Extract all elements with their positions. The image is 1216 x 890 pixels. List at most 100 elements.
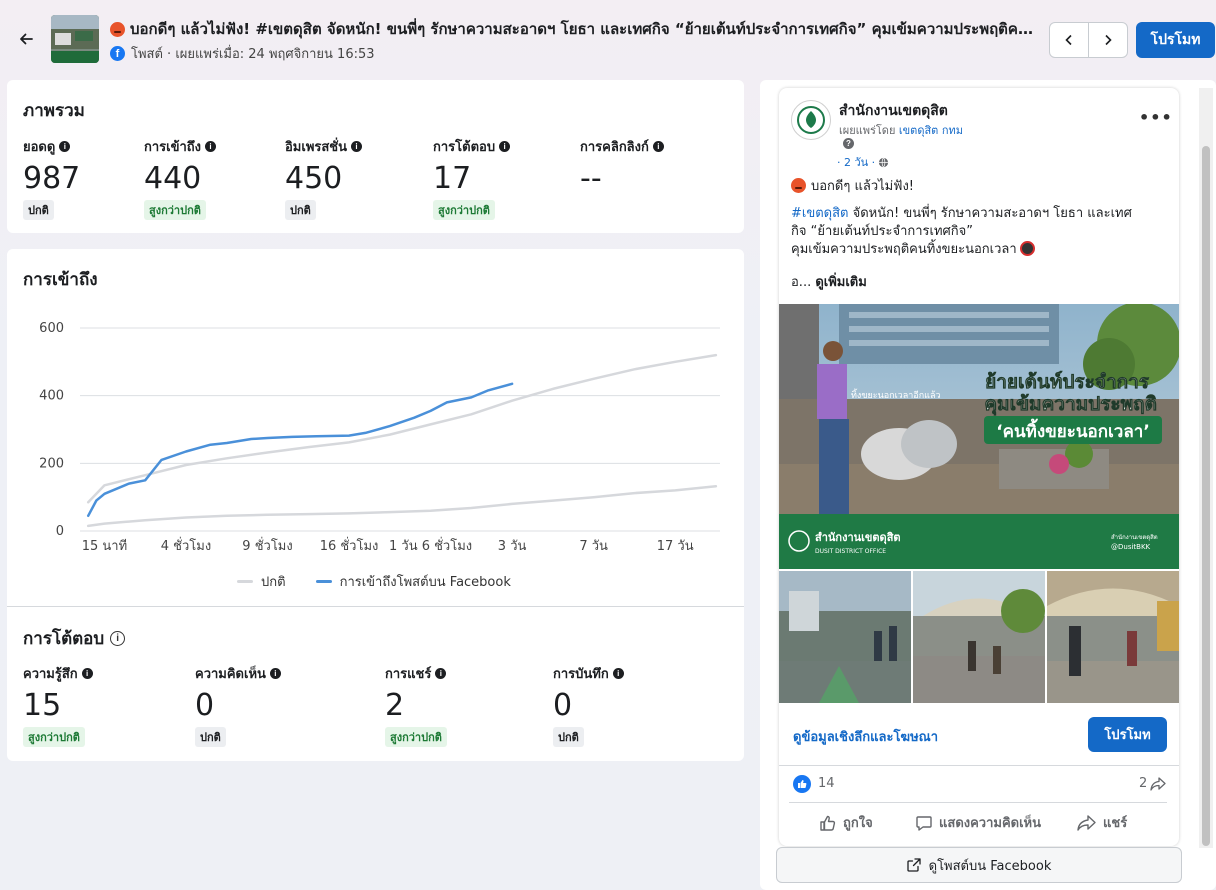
view-on-facebook-button[interactable]: ดูโพสต์บน Facebook — [776, 847, 1182, 883]
legend-swatch — [237, 580, 253, 583]
publish-info: โพสต์ · เผยแพร่เมื่อ: 24 พฤศจิกายน 16:53 — [131, 47, 375, 62]
x-tick-label: 15 นาที — [82, 538, 127, 554]
share-count[interactable]: 2 — [1139, 776, 1166, 791]
comment-icon — [916, 815, 932, 831]
metric-reach: การเข้าถึง i 440 สูงกว่าปกติ — [144, 136, 217, 220]
thumbs-up-icon — [820, 815, 836, 831]
post-subtitle: f โพสต์ · เผยแพร่เมื่อ: 24 พฤศจิกายน 16:… — [110, 43, 375, 64]
info-icon[interactable]: i — [81, 668, 93, 679]
district-seal-icon — [797, 106, 825, 134]
comment-button[interactable]: แสดงความคิดเห็น — [915, 812, 1041, 833]
more-options-icon[interactable]: ••• — [1139, 108, 1173, 127]
svg-text:คุมเข้มความประพฤติ: คุมเข้มความประพฤติ — [984, 393, 1157, 416]
status-badge: ปกติ — [285, 200, 316, 220]
globe-icon — [879, 157, 889, 167]
metric-reactions: ความรู้สึก i 15 สูงกว่าปกติ — [23, 663, 93, 747]
x-tick-label: 3 วัน — [498, 539, 527, 554]
external-link-icon — [906, 858, 921, 872]
status-badge: สูงกว่าปกติ — [23, 727, 85, 747]
arrow-left-icon — [20, 33, 33, 45]
post-sub-image[interactable] — [779, 571, 911, 703]
post-navigation — [1049, 22, 1128, 58]
x-tick-label: 17 วัน — [657, 539, 694, 554]
publisher-link[interactable]: เขตดุสิต กทม — [899, 124, 963, 137]
next-post-button[interactable] — [1088, 23, 1127, 57]
post-time: · 2 วัน · — [837, 153, 889, 171]
info-icon[interactable]: i — [205, 141, 217, 152]
x-tick-label: 16 ชั่วโมง — [320, 537, 379, 554]
info-icon[interactable]: i — [59, 141, 71, 152]
info-icon[interactable]: i — [351, 141, 363, 152]
share-icon — [1077, 814, 1096, 831]
promote-post-button[interactable]: โปรโมท — [1088, 717, 1167, 752]
legend-item-normal[interactable]: ปกติ — [237, 571, 286, 592]
reach-card: การเข้าถึง 0 200 400 600 15 นาที 4 ชั่วโมง 9 ช… — [7, 249, 744, 761]
info-icon[interactable]: i — [269, 668, 281, 679]
metric-impressions: อิมเพรสชั่น i 450 ปกติ — [285, 136, 363, 220]
page-name[interactable]: สำนักงานเขตดุสิต — [839, 100, 948, 122]
post-main-image[interactable]: ทิ้งขยะนอกเวลาอีกแล้ว ย้ายเต้นท์ประจำการ… — [779, 304, 1179, 569]
series-line-normal[interactable] — [86, 353, 718, 504]
section-divider — [7, 606, 744, 607]
see-more-link[interactable]: ดูเพิ่มเติม — [815, 275, 866, 290]
scrollbar-thumb[interactable] — [1202, 146, 1210, 846]
metric-saves: การบันทึก i 0 ปกติ — [553, 663, 624, 747]
legend-item-facebook-reach[interactable]: การเข้าถึงโพสต์บน Facebook — [315, 571, 511, 592]
reaction-count[interactable]: 14 — [818, 776, 835, 791]
series-line-normal[interactable] — [86, 485, 718, 528]
chevron-right-icon — [1105, 34, 1112, 46]
post-preview-panel: สำนักงานเขตดุสิต เผยแพร่โดย เขตดุสิต กทม… — [760, 80, 1216, 890]
svg-text:สำนักงานเขตดุสิต: สำนักงานเขตดุสิต — [1111, 534, 1158, 541]
question-icon[interactable]: ? — [843, 138, 854, 149]
status-badge: ปกติ — [195, 727, 226, 747]
previous-post-button[interactable] — [1050, 23, 1088, 57]
legend-swatch — [315, 580, 332, 583]
post-title: บอกดีๆ แล้วไม่ฟัง! #เขตดุสิต จัดหนัก! ขน… — [110, 17, 1040, 41]
y-tick-label: 200 — [39, 456, 64, 471]
status-badge: ปกติ — [553, 727, 584, 747]
angry-face-icon — [110, 22, 125, 37]
series-line-facebook-reach[interactable] — [86, 382, 514, 518]
metric-views: ยอดดู i 987 ปกติ — [23, 136, 80, 220]
x-tick-label: 4 ชั่วโมง — [161, 537, 211, 554]
reach-line-chart: 0 200 400 600 15 นาที 4 ชั่วโมง 9 ชั่วโมง 16 ชั… — [39, 321, 720, 554]
chart-legend: ปกติ การเข้าถึงโพสต์บน Facebook — [237, 571, 511, 592]
svg-text:‘คนทิ้งขยะนอกเวลา’: ‘คนทิ้งขยะนอกเวลา’ — [996, 418, 1150, 442]
back-button[interactable] — [14, 27, 38, 51]
info-icon[interactable]: i — [499, 141, 511, 152]
y-tick-label: 400 — [39, 389, 64, 404]
svg-text:ย้ายเต้นท์ประจำการ: ย้ายเต้นท์ประจำการ — [985, 371, 1150, 393]
post-sub-image[interactable] — [1047, 571, 1179, 703]
status-badge: สูงกว่าปกติ — [433, 200, 495, 220]
published-by: เผยแพร่โดย เขตดุสิต กทม — [839, 124, 963, 137]
divider — [789, 802, 1167, 803]
post-text-line: บอกดีๆ แล้วไม่ฟัง! — [791, 178, 1171, 196]
info-icon[interactable]: i — [435, 668, 447, 679]
like-button[interactable]: ถูกใจ — [819, 812, 873, 833]
info-outline-icon[interactable]: i — [110, 631, 126, 646]
post-thumbnail — [51, 15, 99, 63]
hashtag-link[interactable]: #เขตดุสิต — [791, 206, 848, 221]
metric-engagement: การโต้ตอบ i 17 สูงกว่าปกติ — [433, 136, 511, 220]
insights-and-ads-link[interactable]: ดูข้อมูลเชิงลึกและโฆษณา — [793, 726, 938, 747]
like-reaction-icon[interactable] — [793, 775, 811, 793]
page-avatar[interactable] — [791, 100, 831, 140]
y-tick-label: 0 — [56, 524, 64, 539]
overview-card: ภาพรวม ยอดดู i 987 ปกติ การเข้าถึง i 440 ส… — [7, 80, 744, 233]
info-icon[interactable]: i — [652, 141, 664, 152]
angry-face-icon — [791, 178, 806, 193]
facebook-icon: f — [110, 46, 125, 61]
svg-text:สำนักงานเขตดุสิต: สำนักงานเขตดุสิต — [815, 531, 901, 545]
svg-text:@DusitBKK: @DusitBKK — [1111, 543, 1151, 551]
status-badge: ปกติ — [23, 200, 54, 220]
interactions-title: การโต้ตอบ i — [23, 625, 126, 652]
preview-scrollbar[interactable] — [1199, 88, 1213, 848]
post-sub-image[interactable] — [913, 571, 1045, 703]
info-icon[interactable]: i — [612, 668, 624, 679]
promote-button[interactable]: โปรโมท — [1136, 22, 1215, 58]
svg-text:DUSIT DISTRICT OFFICE: DUSIT DISTRICT OFFICE — [815, 548, 886, 555]
chevron-left-icon — [1065, 34, 1072, 46]
share-button[interactable]: แชร์ — [1077, 812, 1127, 833]
y-tick-label: 600 — [39, 321, 64, 336]
share-arrow-icon — [1150, 776, 1166, 791]
